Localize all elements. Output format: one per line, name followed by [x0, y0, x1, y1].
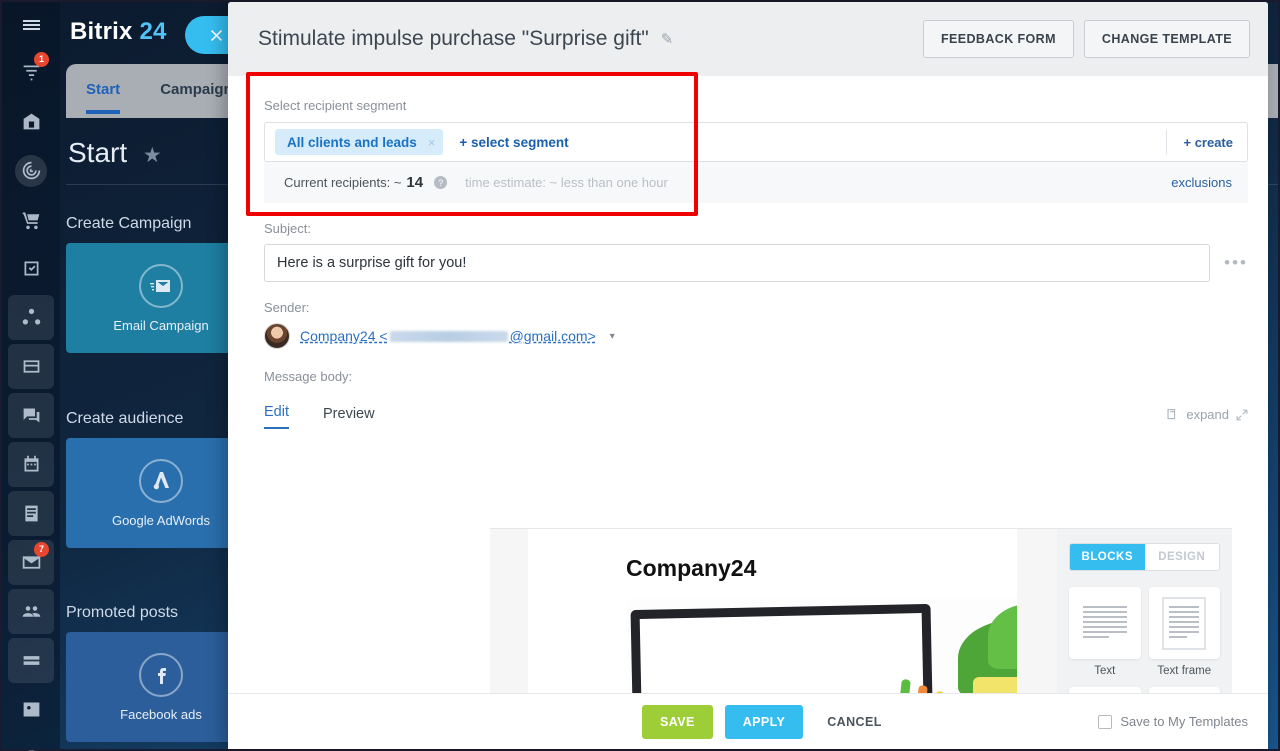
text-block-icon: [1082, 605, 1127, 641]
left-icon-rail: 1 7: [2, 2, 60, 751]
recipients-label: Current recipients: ~: [284, 175, 402, 190]
facebook-icon: [139, 652, 183, 697]
segment-section: Select recipient segment All clients and…: [228, 76, 1268, 203]
expand-label[interactable]: expand: [1186, 407, 1229, 422]
fields-section: Subject: ••• Sender: Company24 < @gmail.c…: [228, 203, 1268, 429]
app-logo[interactable]: Bitrix 24: [70, 18, 167, 46]
block-text-label: Text: [1094, 665, 1116, 677]
sidebar-icon-store[interactable]: [2, 195, 60, 244]
favorite-star-icon[interactable]: ★: [143, 144, 162, 167]
message-body-label: Message body:: [264, 369, 353, 384]
help-icon[interactable]: ?: [434, 176, 448, 189]
sidebar-icon-feed[interactable]: 1: [2, 48, 60, 97]
sender-label: Sender:: [264, 300, 310, 315]
sidebar-icon-marketing[interactable]: [2, 146, 60, 195]
save-to-templates-label: Save to My Templates: [1120, 714, 1248, 729]
subject-label: Subject:: [264, 221, 311, 236]
time-estimate: time estimate: ~ less than one hour: [465, 175, 668, 190]
sidebar-icon-mail[interactable]: 7: [2, 538, 60, 587]
block-text[interactable]: Text: [1069, 587, 1141, 677]
page-title: Start ★: [68, 137, 162, 169]
sidebar-icon-crm[interactable]: [2, 293, 60, 342]
sender-address[interactable]: Company24 < @gmail.com>: [300, 328, 596, 344]
section-heading-create-campaign: Create Campaign: [66, 215, 192, 232]
tile-email-campaign-label: Email Campaign: [113, 317, 209, 333]
sidebar-icon-documents[interactable]: [2, 489, 60, 538]
hero-image[interactable]: [628, 599, 1017, 693]
chevron-down-icon[interactable]: ▾: [610, 331, 615, 342]
recipients-bar: Current recipients: ~ 14 ? time estimate…: [264, 162, 1248, 203]
sidebar-icon-calendar[interactable]: [2, 440, 60, 489]
feed-badge: 1: [34, 52, 49, 67]
save-to-templates-checkbox[interactable]: Save to My Templates: [1098, 714, 1248, 729]
mail-badge: 7: [34, 542, 49, 557]
segment-chip-label: All clients and leads: [287, 134, 417, 150]
sidebar-icon-employees[interactable]: [2, 587, 60, 636]
copy-icon[interactable]: [1166, 408, 1179, 421]
email-campaign-modal: Stimulate impulse purchase "Surprise gif…: [228, 2, 1268, 749]
modal-header: Stimulate impulse purchase "Surprise gif…: [228, 2, 1268, 76]
sender-row[interactable]: Company24 < @gmail.com> ▾: [264, 323, 1248, 349]
close-icon: [210, 29, 222, 41]
brand-number: 24: [139, 18, 167, 45]
tile-facebook-ads-label: Facebook ads: [120, 706, 202, 722]
tab-edit[interactable]: Edit: [264, 404, 289, 429]
subject-more-icon[interactable]: •••: [1224, 253, 1248, 273]
sidebar-icon-automation[interactable]: [2, 734, 60, 751]
expand-arrows-icon[interactable]: [1236, 409, 1248, 421]
email-editor: Company24 BLOCKS DESIGN Text Text frame: [490, 528, 1232, 749]
select-segment-link[interactable]: + select segment: [459, 135, 568, 150]
modal-footer: SAVE APPLY CANCEL Save to My Templates: [228, 693, 1268, 749]
block-text-frame[interactable]: Text frame: [1148, 587, 1220, 677]
modal-body: Select recipient segment All clients and…: [228, 76, 1268, 749]
save-button[interactable]: SAVE: [642, 704, 713, 739]
editor-tabs: Edit Preview expand: [264, 404, 1248, 429]
tile-google-adwords-label: Google AdWords: [111, 512, 211, 528]
blocks-panel: BLOCKS DESIGN Text Text frame: [1057, 529, 1232, 749]
block-text-frame-label: Text frame: [1157, 665, 1212, 677]
tab-start[interactable]: Start: [66, 64, 140, 114]
modal-title: Stimulate impulse purchase "Surprise gif…: [258, 27, 649, 50]
exclusions-link[interactable]: exclusions: [1171, 175, 1232, 190]
subject-input[interactable]: [264, 244, 1211, 282]
sender-email-suffix: @gmail.com>: [509, 328, 596, 344]
google-adwords-icon: [139, 458, 183, 503]
editor-canvas[interactable]: Company24: [490, 529, 1057, 693]
sender-name: Company24 <: [300, 328, 388, 344]
segment-selector: All clients and leads × + select segment…: [264, 122, 1248, 162]
sidebar-icon-company-structure[interactable]: [2, 636, 60, 685]
sidebar-icon-contacts[interactable]: [2, 685, 60, 734]
page-title-text: Start: [68, 137, 128, 168]
tab-preview[interactable]: Preview: [323, 406, 375, 429]
segment-chip[interactable]: All clients and leads ×: [275, 129, 444, 155]
section-heading-promoted-posts: Promoted posts: [66, 604, 179, 621]
avatar: [264, 323, 290, 349]
sidebar-icon-drive[interactable]: [2, 342, 60, 391]
segment-label: Select recipient segment: [264, 98, 407, 113]
change-template-button[interactable]: CHANGE TEMPLATE: [1083, 20, 1250, 58]
email-sheet: Company24: [528, 529, 1017, 693]
sidebar-icon-company[interactable]: [2, 97, 60, 146]
checkbox-box[interactable]: [1098, 714, 1113, 729]
screen: 1 7 Bitrix 24 Start Campaign Start ★ Cre…: [0, 0, 1280, 751]
pencil-icon[interactable]: ✎: [661, 30, 674, 48]
apply-button[interactable]: APPLY: [724, 704, 804, 739]
remove-chip-icon[interactable]: ×: [428, 135, 436, 150]
brand-name: Bitrix: [70, 18, 133, 45]
recipients-count: 14: [406, 174, 424, 191]
toggle-blocks[interactable]: BLOCKS: [1070, 544, 1145, 570]
feedback-form-button[interactable]: FEEDBACK FORM: [923, 20, 1074, 58]
create-segment-link[interactable]: + create: [1166, 130, 1247, 154]
sidebar-icon-chat[interactable]: [2, 391, 60, 440]
masked-email: [389, 331, 508, 342]
hamburger-menu-icon[interactable]: [2, 2, 60, 48]
blocks-design-toggle: BLOCKS DESIGN: [1069, 543, 1220, 571]
email-brand-heading[interactable]: Company24: [528, 529, 1017, 582]
toggle-design[interactable]: DESIGN: [1144, 544, 1219, 570]
section-heading-create-audience: Create audience: [66, 410, 184, 427]
email-campaign-icon: [139, 263, 183, 308]
cancel-button[interactable]: CANCEL: [809, 705, 899, 739]
text-frame-block-icon: [1162, 596, 1207, 650]
sidebar-icon-tasks[interactable]: [2, 244, 60, 293]
